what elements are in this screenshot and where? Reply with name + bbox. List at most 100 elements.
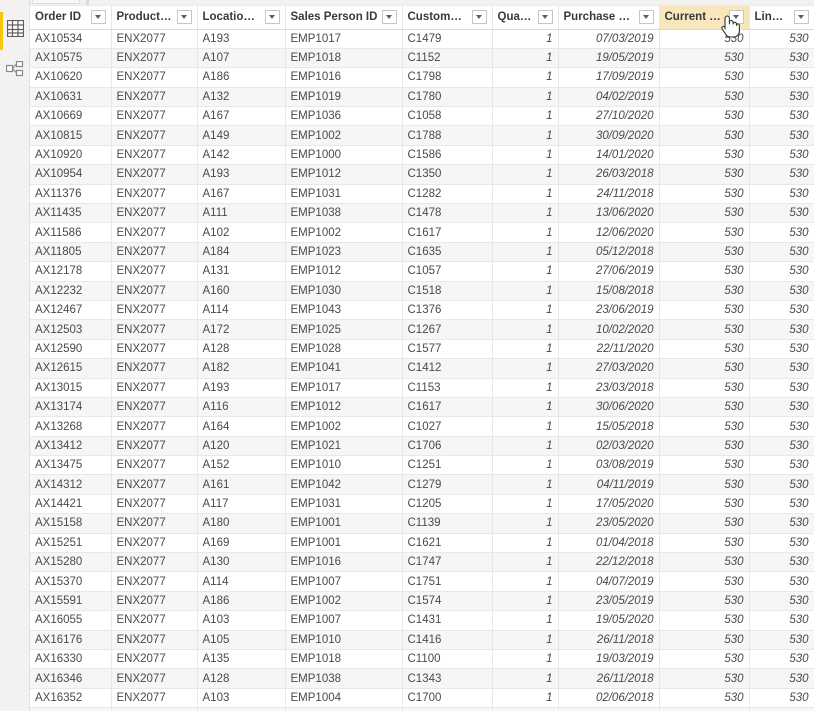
table-cell[interactable]: 530 xyxy=(749,436,814,457)
table-cell[interactable]: C1478 xyxy=(402,203,493,224)
sidebar-item-model-view[interactable] xyxy=(0,51,30,91)
sidebar-item-data-view[interactable] xyxy=(0,11,30,51)
table-cell[interactable]: 23/05/2020 xyxy=(558,513,660,534)
table-row[interactable]: AX16055 ENX2077 A103 EMP1007 C1431 1 19/05/202… xyxy=(30,610,814,631)
table-cell[interactable]: 530 xyxy=(659,281,750,301)
table-cell[interactable]: C1635 xyxy=(402,242,493,263)
table-cell[interactable]: A186 xyxy=(197,67,286,88)
table-cell[interactable]: 530 xyxy=(659,378,750,398)
table-cell[interactable]: ENX2077 xyxy=(111,339,198,360)
table-cell[interactable]: EMP1021 xyxy=(285,436,403,457)
table-cell[interactable]: 1 xyxy=(492,649,559,670)
column-filter-button[interactable] xyxy=(381,10,397,25)
table-cell[interactable]: 02/06/2018 xyxy=(558,688,660,709)
table-cell[interactable]: 1 xyxy=(492,106,559,127)
table-cell[interactable]: C1027 xyxy=(402,416,493,437)
table-cell[interactable]: 530 xyxy=(659,145,750,166)
table-cell[interactable]: A117 xyxy=(197,494,286,515)
table-cell[interactable]: A131 xyxy=(197,261,286,282)
table-cell[interactable]: AX16330 xyxy=(30,649,112,670)
table-cell[interactable]: 530 xyxy=(659,300,750,321)
table-cell[interactable]: 1 xyxy=(492,164,559,185)
table-cell[interactable]: A107 xyxy=(197,48,286,69)
table-cell[interactable]: 530 xyxy=(749,242,814,263)
table-cell[interactable]: AX10669 xyxy=(30,106,112,127)
table-cell[interactable]: EMP1001 xyxy=(285,513,403,534)
table-cell[interactable]: A161 xyxy=(197,474,286,495)
table-cell[interactable]: 23/03/2018 xyxy=(558,378,660,398)
table-cell[interactable]: AX15591 xyxy=(30,591,112,612)
table-row[interactable]: AX11376 ENX2077 A167 EMP1031 C1282 1 24/11/201… xyxy=(30,184,814,205)
table-row[interactable]: AX14421 ENX2077 A117 EMP1031 C1205 1 17/05/202… xyxy=(30,494,814,515)
table-cell[interactable]: ENX2077 xyxy=(111,533,198,554)
table-cell[interactable]: ENX2077 xyxy=(111,222,198,243)
table-cell[interactable]: 530 xyxy=(749,494,814,515)
table-cell[interactable]: AX16055 xyxy=(30,610,112,631)
table-cell[interactable]: 530 xyxy=(749,668,814,689)
column-header-product-id[interactable]: Product ID xyxy=(111,6,198,30)
table-cell[interactable]: 1 xyxy=(492,455,559,476)
table-cell[interactable]: 1 xyxy=(492,436,559,457)
table-cell[interactable]: 14/01/2020 xyxy=(558,145,660,166)
table-cell[interactable]: 10/02/2020 xyxy=(558,319,660,340)
table-cell[interactable]: 530 xyxy=(749,571,814,592)
table-cell[interactable]: EMP1016 xyxy=(285,552,403,573)
table-row[interactable]: AX12232 ENX2077 A160 EMP1030 C1518 1 15/08/201… xyxy=(30,281,814,301)
table-cell[interactable]: 530 xyxy=(659,242,750,263)
table-cell[interactable]: EMP1036 xyxy=(285,106,403,127)
table-row[interactable]: AX10954 ENX2077 A193 EMP1012 C1350 1 26/03/201… xyxy=(30,164,814,185)
table-cell[interactable]: AX15280 xyxy=(30,552,112,573)
table-cell[interactable]: ENX2077 xyxy=(111,319,198,340)
table-row[interactable]: AX16176 ENX2077 A105 EMP1010 C1416 1 26/11/201… xyxy=(30,630,814,651)
table-cell[interactable]: 530 xyxy=(749,513,814,534)
table-cell[interactable]: AX16346 xyxy=(30,668,112,689)
table-cell[interactable]: 530 xyxy=(659,610,750,631)
table-cell[interactable]: EMP1028 xyxy=(285,339,403,360)
table-cell[interactable]: EMP1023 xyxy=(285,242,403,263)
table-cell[interactable]: 27/06/2019 xyxy=(558,261,660,282)
table-row[interactable]: AX11805 ENX2077 A184 EMP1023 C1635 1 05/12/201… xyxy=(30,242,814,263)
table-cell[interactable]: A152 xyxy=(197,455,286,476)
table-cell[interactable]: ENX2077 xyxy=(111,281,198,301)
table-cell[interactable]: 530 xyxy=(659,106,750,127)
table-cell[interactable]: C1706 xyxy=(402,436,493,457)
table-cell[interactable]: 530 xyxy=(749,67,814,88)
table-cell[interactable]: A182 xyxy=(197,358,286,379)
table-cell[interactable]: ENX2077 xyxy=(111,48,198,69)
table-cell[interactable]: ENX2077 xyxy=(111,300,198,321)
table-cell[interactable]: ENX2077 xyxy=(111,610,198,631)
table-row[interactable]: AX10575 ENX2077 A107 EMP1018 C1152 1 19/05/201… xyxy=(30,48,814,69)
table-cell[interactable]: 530 xyxy=(659,222,750,243)
table-cell[interactable]: 530 xyxy=(749,300,814,321)
table-cell[interactable]: ENX2077 xyxy=(111,513,198,534)
table-cell[interactable]: C1205 xyxy=(402,494,493,515)
table-cell[interactable]: AX10534 xyxy=(30,29,112,49)
table-cell[interactable]: ENX2077 xyxy=(111,184,198,205)
table-cell[interactable]: C1479 xyxy=(402,29,493,49)
table-cell[interactable]: ENX2077 xyxy=(111,261,198,282)
table-cell[interactable]: AX13174 xyxy=(30,397,112,418)
table-cell[interactable]: 1 xyxy=(492,358,559,379)
table-cell[interactable]: 1 xyxy=(492,397,559,418)
table-cell[interactable]: ENX2077 xyxy=(111,145,198,166)
table-cell[interactable]: 530 xyxy=(659,203,750,224)
table-cell[interactable]: 1 xyxy=(492,416,559,437)
table-cell[interactable]: A105 xyxy=(197,630,286,651)
table-cell[interactable]: ENX2077 xyxy=(111,455,198,476)
column-filter-button[interactable] xyxy=(264,10,280,25)
table-cell[interactable]: AX12232 xyxy=(30,281,112,301)
table-cell[interactable]: 530 xyxy=(749,455,814,476)
table-cell[interactable]: C1788 xyxy=(402,125,493,146)
table-cell[interactable]: 530 xyxy=(659,474,750,495)
table-cell[interactable]: C1700 xyxy=(402,688,493,709)
table-cell[interactable]: C1412 xyxy=(402,358,493,379)
table-cell[interactable]: 17/09/2019 xyxy=(558,67,660,88)
table-cell[interactable]: 1 xyxy=(492,610,559,631)
table-cell[interactable]: C1343 xyxy=(402,668,493,689)
table-cell[interactable]: 24/11/2018 xyxy=(558,184,660,205)
table-cell[interactable]: 530 xyxy=(749,552,814,573)
table-cell[interactable]: C1282 xyxy=(402,184,493,205)
table-cell[interactable]: 530 xyxy=(659,494,750,515)
table-cell[interactable]: 1 xyxy=(492,125,559,146)
table-cell[interactable]: EMP1002 xyxy=(285,416,403,437)
